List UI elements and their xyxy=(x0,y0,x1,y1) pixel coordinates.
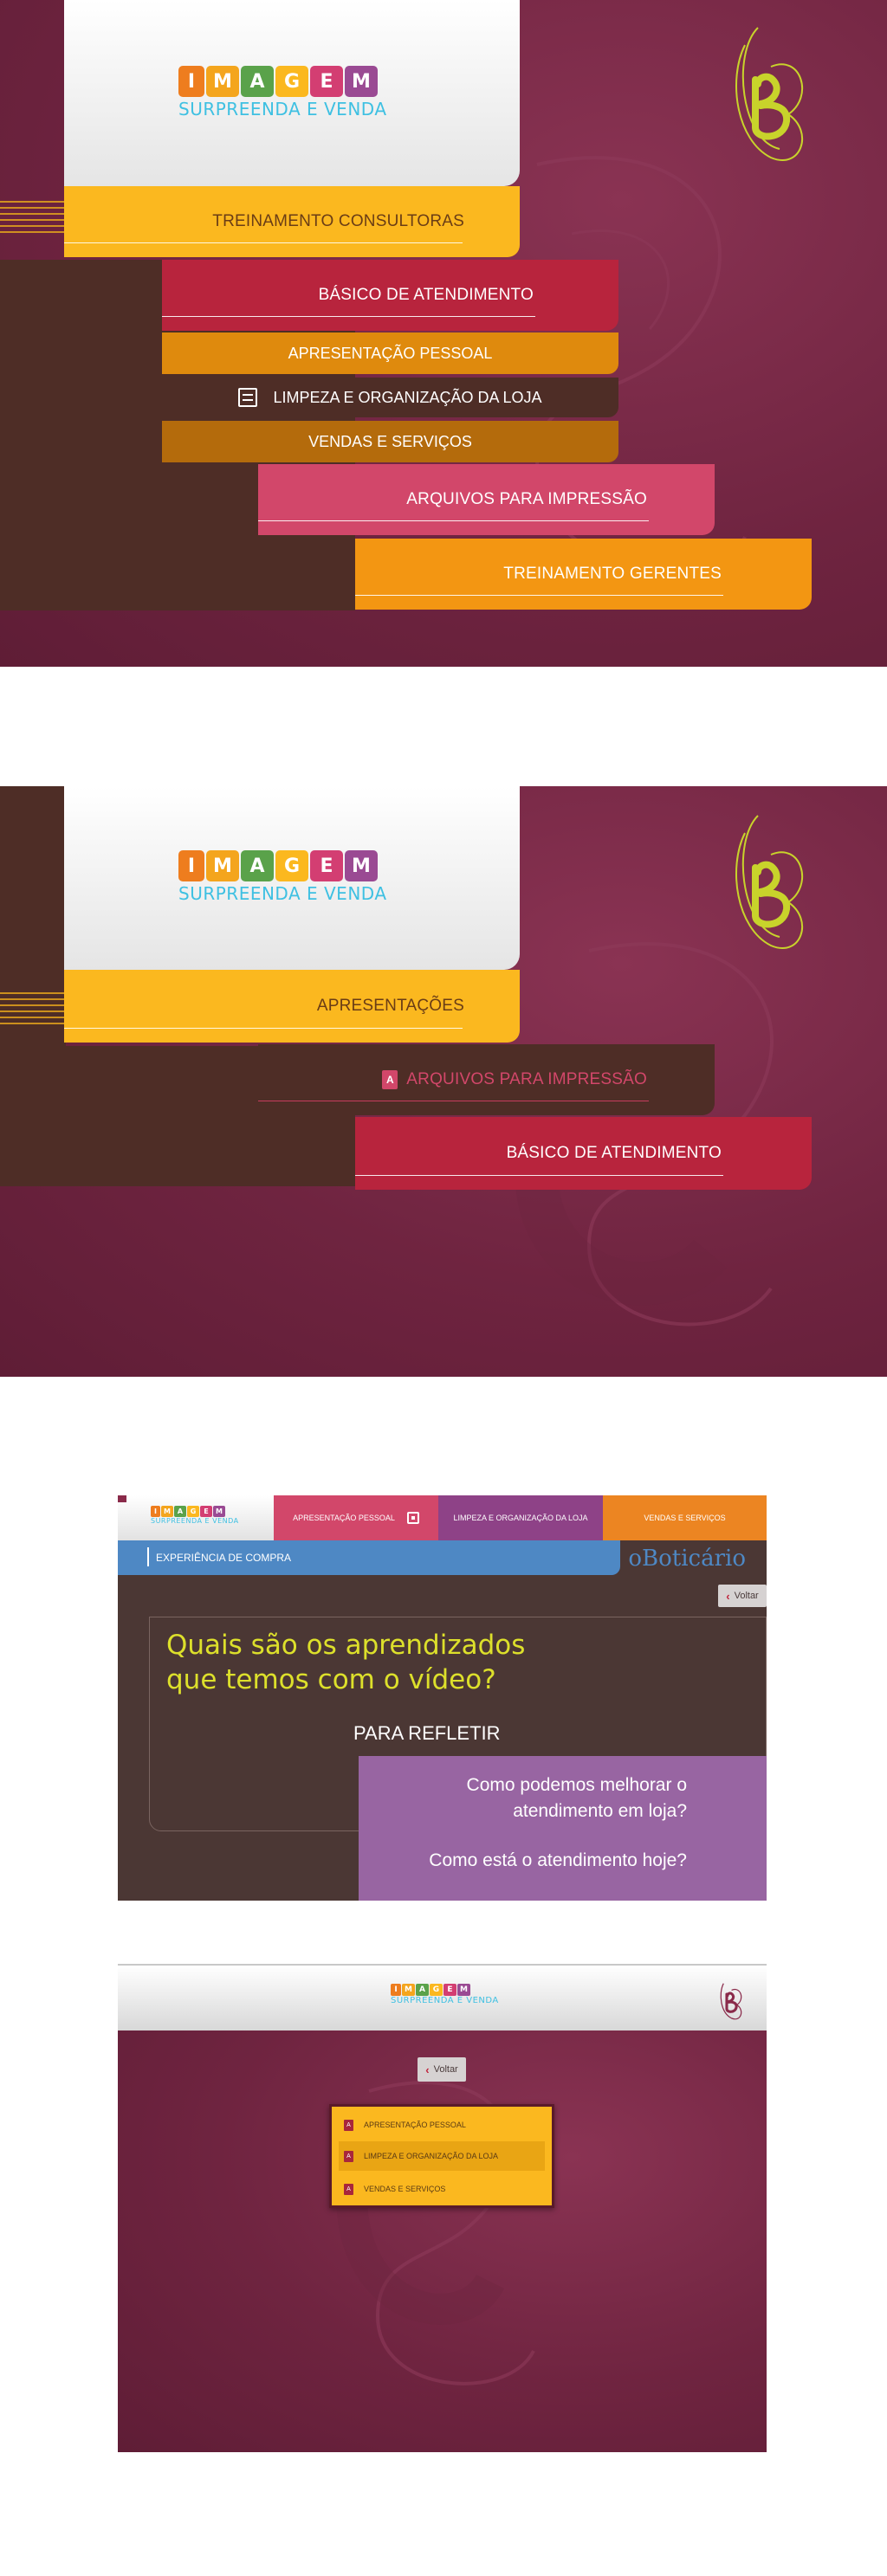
menu-treinamento-gerentes[interactable]: TREINAMENTO GERENTES xyxy=(355,539,812,610)
file-item-vendas-servicos[interactable]: A VENDAS E SERVIÇOS xyxy=(339,2174,545,2204)
menu-label: APRESENTAÇÕES xyxy=(316,997,464,1015)
chevron-left-icon: ‹ xyxy=(425,2063,430,2076)
menu-label: TREINAMENTO CONSULTORAS xyxy=(212,212,464,230)
submenu-limpeza-organizacao[interactable]: LIMPEZA E ORGANIZAÇÃO DA LOJA xyxy=(162,378,618,417)
back-label: Voltar xyxy=(734,1591,759,1601)
back-label: Voltar xyxy=(433,2064,458,2075)
menu-basico-de-atendimento[interactable]: BÁSICO DE ATENDIMENTO xyxy=(162,260,618,331)
film-icon xyxy=(406,1512,419,1524)
back-button[interactable]: ‹ Voltar xyxy=(718,1585,767,1607)
b-mark-icon xyxy=(720,1983,742,2020)
menu-label: BÁSICO DE ATENDIMENTO xyxy=(506,1144,722,1162)
screen-4-print-files: I M A G E M SURPREENDA E VENDA ‹ Voltar … xyxy=(118,1964,767,2452)
pdf-icon: A xyxy=(344,2119,353,2131)
logo-letter: I xyxy=(178,66,204,97)
logo-letter: A xyxy=(241,850,274,881)
logo-letter: G xyxy=(187,1506,199,1517)
menu-label: TREINAMENTO GERENTES xyxy=(503,565,722,583)
logo-letter: E xyxy=(310,66,343,97)
submenu-label: LIMPEZA E ORGANIZAÇÃO DA LOJA xyxy=(273,388,542,406)
screen-3-video-reflection: I M A G E M SURPREENDA E VENDA APRESENTA… xyxy=(118,1495,767,1901)
pdf-icon: A xyxy=(344,2150,353,2162)
question-text: Quais são os aprendizados que temos com … xyxy=(166,1628,525,1697)
logo-letter: M xyxy=(345,850,378,881)
submenu-apresentacao-pessoal[interactable]: APRESENTAÇÃO PESSOAL xyxy=(162,332,618,374)
logo-letter: G xyxy=(430,1984,443,1996)
logo-letter: E xyxy=(310,850,343,881)
logo-letter: A xyxy=(241,66,274,97)
screen-2-menu: I M A G E M SURPREENDA E VENDA APRESENTA… xyxy=(0,786,887,1377)
logo-letter: M xyxy=(213,1506,225,1517)
section-bar: EXPERIÊNCIA DE COMPRA xyxy=(118,1540,620,1575)
submenu-vendas-servicos[interactable]: VENDAS E SERVIÇOS xyxy=(162,421,618,462)
logo-letter: M xyxy=(206,850,239,881)
menu-basico-de-atendimento[interactable]: BÁSICO DE ATENDIMENTO xyxy=(355,1117,812,1190)
menu-apresentacoes[interactable]: APRESENTAÇÕES xyxy=(64,970,520,1043)
logo-letter: M xyxy=(402,1984,415,1996)
file-item-apresentacao-pessoal[interactable]: A APRESENTAÇÃO PESSOAL xyxy=(339,2110,545,2140)
menu-arquivos-para-impressao[interactable]: ARQUIVOS PARA IMPRESSÃO xyxy=(258,464,715,535)
question-line: que temos com o vídeo? xyxy=(166,1664,496,1695)
logo-letter: E xyxy=(200,1506,212,1517)
section-title: EXPERIÊNCIA DE COMPRA xyxy=(156,1552,292,1564)
imagem-logo: I M A G E M SURPREENDA E VENDA xyxy=(151,1506,239,1525)
logo-letter: E xyxy=(444,1984,456,1996)
logo-subtitle: SURPREENDA E VENDA xyxy=(151,1517,239,1525)
pdf-icon: A xyxy=(344,2183,353,2195)
logo-letter: M xyxy=(345,66,378,97)
submenu-label: APRESENTAÇÃO PESSOAL xyxy=(288,344,493,362)
logo-letter: G xyxy=(275,850,308,881)
tab-limpeza-organizacao[interactable]: LIMPEZA E ORGANIZAÇÃO DA LOJA xyxy=(438,1495,603,1540)
logo-subtitle: SURPREENDA E VENDA xyxy=(178,99,387,119)
pdf-icon: A xyxy=(382,1070,398,1089)
file-label: APRESENTAÇÃO PESSOAL xyxy=(364,2121,466,2129)
logo-letter: M xyxy=(206,66,239,97)
question-line: atendimento em loja? xyxy=(513,1801,687,1821)
tab-apresentacao-pessoal[interactable]: APRESENTAÇÃO PESSOAL xyxy=(274,1495,438,1540)
chevron-left-icon: ‹ xyxy=(726,1589,730,1603)
content-area xyxy=(118,2030,767,2452)
b-mark-icon xyxy=(735,27,803,161)
logo-letter: M xyxy=(457,1984,470,1996)
tab-label: VENDAS E SERVIÇOS xyxy=(644,1514,726,1522)
logo-subtitle: SURPREENDA E VENDA xyxy=(178,883,387,904)
menu-treinamento-consultoras[interactable]: TREINAMENTO CONSULTORAS xyxy=(64,186,520,257)
menu-arquivos-para-impressao[interactable]: A ARQUIVOS PARA IMPRESSÃO xyxy=(258,1044,715,1115)
logo-letter: I xyxy=(151,1506,160,1517)
logo-letter: A xyxy=(416,1984,429,1996)
brand-name: oBoticário xyxy=(628,1546,746,1572)
submenu-label: VENDAS E SERVIÇOS xyxy=(308,432,472,450)
b-mark-icon xyxy=(735,815,803,949)
file-item-limpeza-organizacao[interactable]: A LIMPEZA E ORGANIZAÇÃO DA LOJA xyxy=(339,2141,545,2171)
logo-letter: A xyxy=(174,1506,186,1517)
imagem-logo: I M A G E M SURPREENDA E VENDA xyxy=(391,1984,499,2005)
film-icon xyxy=(238,388,258,407)
logo-letter: M xyxy=(161,1506,173,1517)
file-label: LIMPEZA E ORGANIZAÇÃO DA LOJA xyxy=(364,2152,499,2160)
menu-label: ARQUIVOS PARA IMPRESSÃO xyxy=(406,490,647,508)
reflection-question-1: Como podemos melhorar o atendimento em l… xyxy=(467,1772,687,1824)
logo-letter: I xyxy=(391,1984,401,1996)
question-line: Como podemos melhorar o xyxy=(466,1775,687,1795)
logo-subtitle: SURPREENDA E VENDA xyxy=(391,1996,499,2005)
imagem-logo: I M A G E M SURPREENDA E VENDA xyxy=(178,850,387,904)
menu-label: BÁSICO DE ATENDIMENTO xyxy=(318,286,534,304)
tab-vendas-servicos[interactable]: VENDAS E SERVIÇOS xyxy=(603,1495,767,1540)
question-line: Quais são os aprendizados xyxy=(166,1630,526,1661)
reflect-label: PARA REFLETIR xyxy=(353,1722,501,1744)
tab-label: LIMPEZA E ORGANIZAÇÃO DA LOJA xyxy=(453,1514,588,1522)
screen-1-menu: I M A G E M SURPREENDA E VENDA TREINAMEN… xyxy=(0,0,887,667)
logo-letter: G xyxy=(275,66,308,97)
print-files-dropdown: A APRESENTAÇÃO PESSOAL A LIMPEZA E ORGAN… xyxy=(329,2104,554,2208)
imagem-logo: I M A G E M SURPREENDA E VENDA xyxy=(178,66,387,119)
file-label: VENDAS E SERVIÇOS xyxy=(364,2185,446,2193)
menu-label: ARQUIVOS PARA IMPRESSÃO xyxy=(406,1070,647,1088)
logo-letter: I xyxy=(178,850,204,881)
back-button[interactable]: ‹ Voltar xyxy=(418,2057,466,2082)
reflection-question-2: Como está o atendimento hoje? xyxy=(429,1850,687,1870)
tab-label: APRESENTAÇÃO PESSOAL xyxy=(293,1514,395,1522)
